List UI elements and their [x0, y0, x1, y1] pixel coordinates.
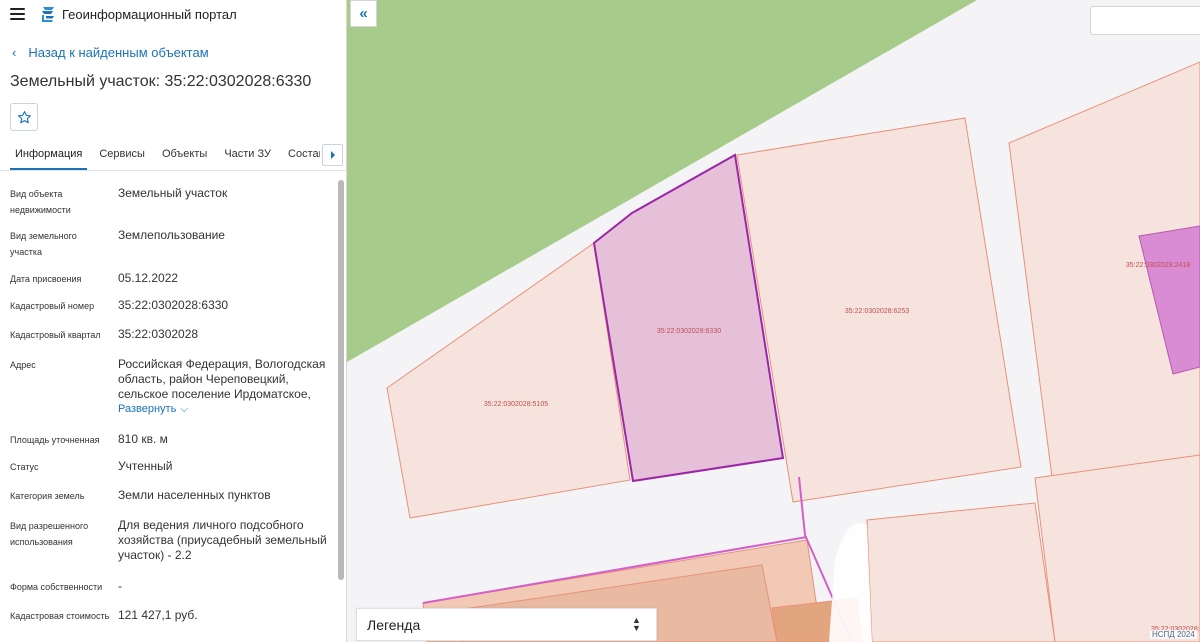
sort-arrows-icon: ▲ ▼ — [632, 615, 641, 633]
property-label: Вид объекта недвижимости — [10, 189, 71, 215]
tab-services[interactable]: Сервисы — [94, 144, 150, 170]
property-label: Форма собственности — [10, 582, 103, 592]
tab-parcel-parts[interactable]: Части ЗУ — [219, 144, 276, 170]
property-value: Земли населенных пунктов — [118, 488, 271, 502]
property-value: Земельный участок — [118, 186, 228, 200]
parcel-label-west: 35:22:0302028:5105 — [484, 401, 548, 408]
property-label: Вид земельного участка — [10, 231, 77, 257]
double-chevron-left-icon: « — [359, 5, 368, 22]
tabs-scroll-right-button[interactable] — [322, 144, 343, 166]
caret-right-icon — [330, 151, 335, 159]
object-title: Земельный участок: 35:22:0302028:6330 — [10, 73, 312, 90]
property-label: Адрес — [10, 360, 36, 370]
property-label: Статус — [10, 462, 39, 472]
back-to-results-link[interactable]: ‹ Назад к найденным объектам — [12, 45, 209, 60]
property-value: 35:22:0302028 — [118, 327, 199, 341]
hamburger-icon[interactable] — [10, 8, 25, 20]
property-value: 810 кв. м — [118, 432, 168, 446]
map-search-box[interactable] — [1090, 6, 1200, 35]
property-label: Кадастровая стоимость — [10, 611, 110, 621]
property-label: Площадь уточненная — [10, 435, 100, 445]
property-value: Российская Федерация, Вологодская област… — [118, 357, 330, 417]
info-panel: Геоинформационный портал ‹ Назад к найде… — [0, 0, 347, 642]
property-label: Категория земель — [10, 491, 85, 501]
expand-label: Развернуть — [118, 403, 177, 415]
tabs-bar: ИнформацияСервисы Объекты Части ЗУ Состав — [10, 144, 320, 170]
tab-composition[interactable]: Состав — [283, 144, 320, 170]
parcel-label-far-east: 35:22:0302028:2418 — [1126, 262, 1190, 269]
chevron-down-icon: ⌵ — [180, 404, 188, 415]
chevron-left-icon: ‹ — [12, 45, 17, 60]
property-value: Учтенный — [118, 459, 173, 473]
favorite-button[interactable] — [10, 103, 38, 131]
property-value: 121 427,1 руб. — [118, 608, 198, 622]
map-attribution: НСПД 2024 — [1150, 630, 1197, 639]
property-label: Вид разрешенного использования — [10, 521, 89, 547]
panel-scrollbar[interactable] — [338, 180, 344, 580]
collapse-panel-button[interactable]: « — [350, 0, 377, 27]
property-value: Землепользование — [118, 228, 225, 242]
cadastral-map[interactable]: 35:22:0302028:6330 35:22:0302028:6253 35… — [347, 0, 1200, 642]
legend-label: Легенда — [367, 616, 421, 633]
expand-address-link[interactable]: Развернуть ⌵ — [118, 402, 330, 417]
property-value: 35:22:0302028:6330 — [118, 298, 229, 312]
legend-dropdown[interactable]: Легенда ▲ ▼ — [356, 608, 657, 641]
portal-title: Геоинформационный портал — [62, 7, 237, 22]
portal-logo-icon — [40, 6, 56, 23]
property-label: Кадастровый номер — [10, 301, 95, 311]
parcel-label-selected: 35:22:0302028:6330 — [657, 328, 721, 335]
scrollbar-thumb[interactable] — [338, 180, 344, 580]
tab-objects[interactable]: Объекты — [157, 144, 212, 170]
tab-information[interactable]: Информация — [10, 144, 88, 170]
map-view[interactable]: 35:22:0302028:6330 35:22:0302028:6253 35… — [347, 0, 1200, 642]
address-text: Российская Федерация, Вологодская област… — [118, 357, 326, 401]
back-link-label: Назад к найденным объектам — [28, 45, 209, 60]
property-label: Кадастровый квартал — [10, 330, 101, 340]
tabs-divider — [0, 170, 346, 171]
property-label: Дата присвоения — [10, 274, 82, 284]
parcel-bottom-right-2[interactable] — [1034, 454, 1200, 642]
parcel-bottom-right-1[interactable] — [866, 502, 1056, 642]
star-outline-icon — [17, 110, 31, 123]
property-value: 05.12.2022 — [118, 271, 179, 285]
property-value: Для ведения личного подсобного хозяйства… — [118, 518, 327, 562]
parcel-label-east: 35:22:0302028:6253 — [845, 308, 909, 315]
property-value: - — [118, 579, 122, 593]
top-bar: Геоинформационный портал — [0, 0, 346, 30]
